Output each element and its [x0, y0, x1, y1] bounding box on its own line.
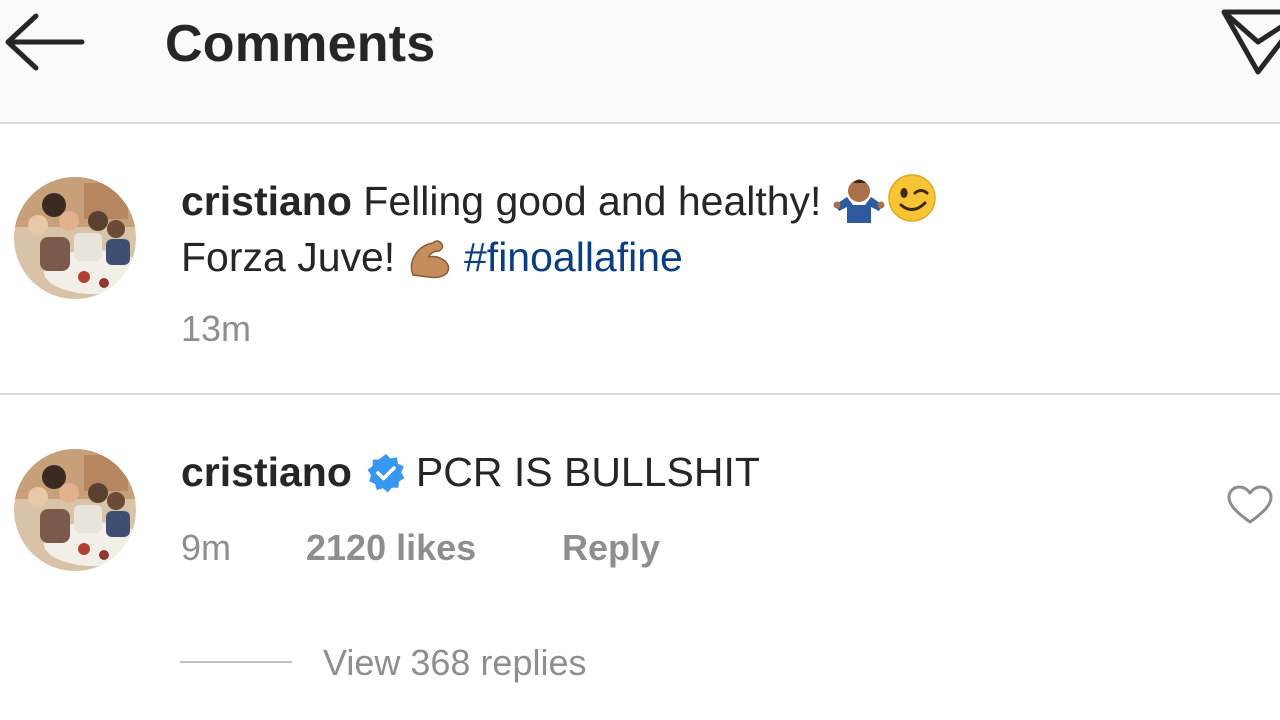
comments-screen: Comments cristiano Felling good and heal… [0, 0, 1280, 720]
winking-face-emoji [885, 173, 939, 238]
caption-text-line-2: Forza Juve! [181, 234, 407, 280]
page-title: Comments [165, 15, 436, 73]
comment-avatar[interactable] [14, 449, 136, 571]
divider [0, 393, 1280, 395]
header-bar: Comments [0, 0, 1280, 124]
replies-divider-line [180, 661, 292, 663]
comment-line: cristiano PCR IS BULLSHIT [181, 443, 760, 508]
person-shrugging-emoji [833, 177, 885, 238]
flexed-biceps-emoji [407, 236, 453, 294]
arrow-left-icon [5, 13, 85, 71]
caption-text-line-1: Felling good and healthy! [351, 178, 833, 224]
caption-hashtag[interactable]: #finoallafine [464, 234, 683, 280]
view-replies-button[interactable]: View 368 replies [323, 641, 587, 685]
back-button[interactable] [0, 10, 88, 74]
reply-button[interactable]: Reply [562, 526, 660, 570]
comment-likes-count[interactable]: 2120 likes [306, 526, 476, 570]
caption-line-2: Forza Juve! #finoallafine [181, 228, 683, 294]
paper-plane-icon [1221, 9, 1280, 75]
comment-text: PCR IS BULLSHIT [415, 449, 760, 495]
comment-username[interactable]: cristiano [181, 449, 352, 495]
like-button[interactable] [1226, 484, 1274, 526]
heart-outline-icon [1227, 485, 1273, 524]
comment-timestamp: 9m [181, 527, 232, 568]
caption-timestamp: 13m [181, 308, 252, 349]
caption-username[interactable]: cristiano [181, 178, 352, 224]
share-button[interactable] [1220, 4, 1280, 78]
avatar[interactable] [14, 177, 136, 299]
verified-badge-icon [366, 450, 406, 508]
